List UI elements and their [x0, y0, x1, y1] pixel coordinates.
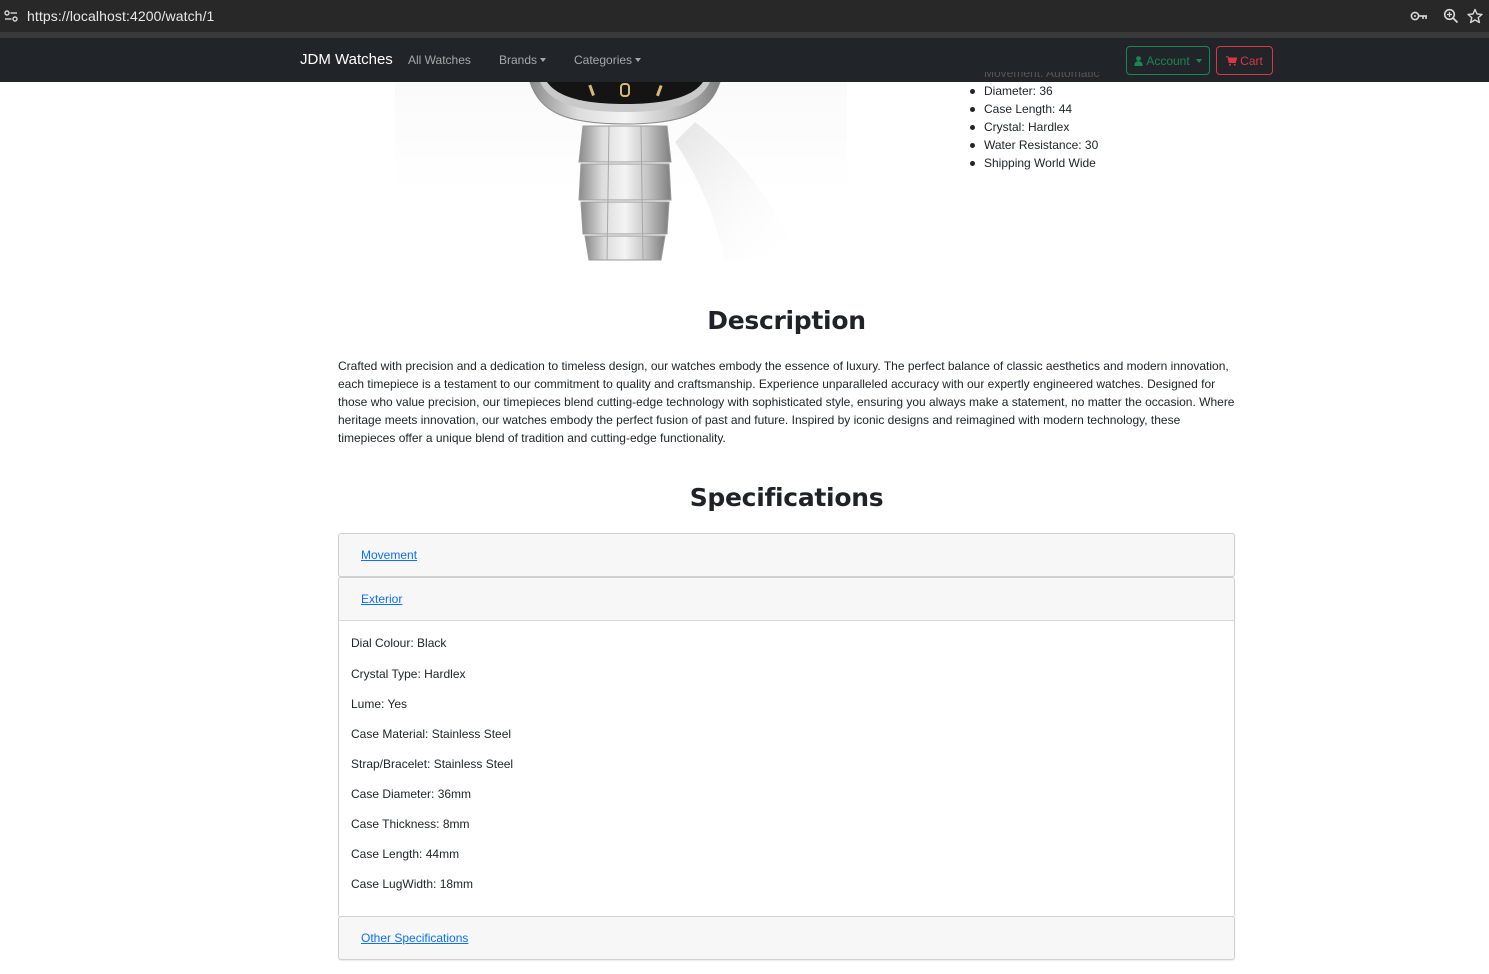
quick-specs-list: Movement: Automatic Diameter: 36 Case Le…	[970, 72, 1099, 172]
caret-down-icon	[1195, 58, 1202, 63]
cart-icon	[1226, 55, 1238, 66]
nav-categories-dropdown[interactable]: Categories	[574, 53, 642, 67]
accordion-header-other[interactable]: Other Specifications	[339, 917, 1234, 959]
spec-item: Case Length: 44mm	[351, 847, 460, 861]
user-icon	[1134, 55, 1144, 66]
nav-categories-label: Categories	[574, 53, 633, 67]
list-item: Movement: Automatic	[970, 72, 1099, 82]
account-button[interactable]: Account	[1126, 46, 1210, 75]
list-item: Water Resistance: 30	[970, 136, 1099, 154]
nav-brands-label: Brands	[499, 53, 538, 67]
nav-brands-dropdown[interactable]: Brands	[499, 53, 547, 67]
list-item: Diameter: 36	[970, 82, 1099, 100]
site-info-icon[interactable]	[0, 0, 22, 32]
spec-item: Case Diameter: 36mm	[351, 787, 472, 801]
accordion-toggle-exterior[interactable]: Exterior	[361, 592, 402, 606]
accordion-toggle-other[interactable]: Other Specifications	[361, 931, 468, 945]
bookmark-star-icon[interactable]	[1467, 0, 1489, 32]
spec-item: Case Material: Stainless Steel	[351, 727, 512, 741]
description-heading: Description	[707, 306, 866, 335]
accordion-toggle-movement[interactable]: Movement	[361, 548, 417, 562]
spec-item: Case Thickness: 8mm	[351, 817, 470, 831]
accordion-header-exterior[interactable]: Exterior	[339, 578, 1234, 620]
spec-item: Crystal Type: Hardlex	[351, 667, 466, 681]
specifications-heading: Specifications	[689, 483, 884, 512]
spec-item: Dial Colour: Black	[351, 636, 447, 650]
browser-address-bar: https://localhost:4200/watch/1	[0, 0, 1489, 32]
spec-item: Strap/Bracelet: Stainless Steel	[351, 757, 514, 771]
url-field[interactable]: https://localhost:4200/watch/1	[27, 8, 214, 24]
list-item: Shipping World Wide	[970, 154, 1099, 172]
accordion-movement: Movement	[338, 533, 1235, 577]
accordion-body-exterior: Dial Colour: Black Crystal Type: Hardlex…	[339, 620, 1234, 916]
caret-down-icon	[540, 58, 547, 62]
accordion-header-movement[interactable]: Movement	[339, 534, 1234, 576]
cart-button[interactable]: Cart	[1216, 46, 1273, 75]
watch-product-image	[395, 82, 847, 268]
spec-item: Case LugWidth: 18mm	[351, 877, 474, 891]
main-navbar: JDM Watches All Watches Brands Categorie…	[0, 38, 1489, 82]
list-item: Crystal: Hardlex	[970, 118, 1099, 136]
spec-item: Lume: Yes	[351, 697, 408, 711]
accordion-other-specifications: Other Specifications	[338, 916, 1235, 960]
nav-all-watches[interactable]: All Watches	[408, 53, 471, 67]
zoom-icon[interactable]	[1435, 0, 1467, 32]
key-icon[interactable]	[1403, 0, 1435, 32]
description-text: Crafted with precision and a dedication …	[338, 359, 1235, 445]
accordion-exterior: Exterior Dial Colour: Black Crystal Type…	[338, 577, 1235, 917]
list-item: Case Length: 44	[970, 100, 1099, 118]
caret-down-icon	[635, 58, 642, 62]
cart-label: Cart	[1240, 53, 1263, 68]
navbar-brand[interactable]: JDM Watches	[300, 51, 393, 68]
account-label: Account	[1146, 53, 1190, 68]
